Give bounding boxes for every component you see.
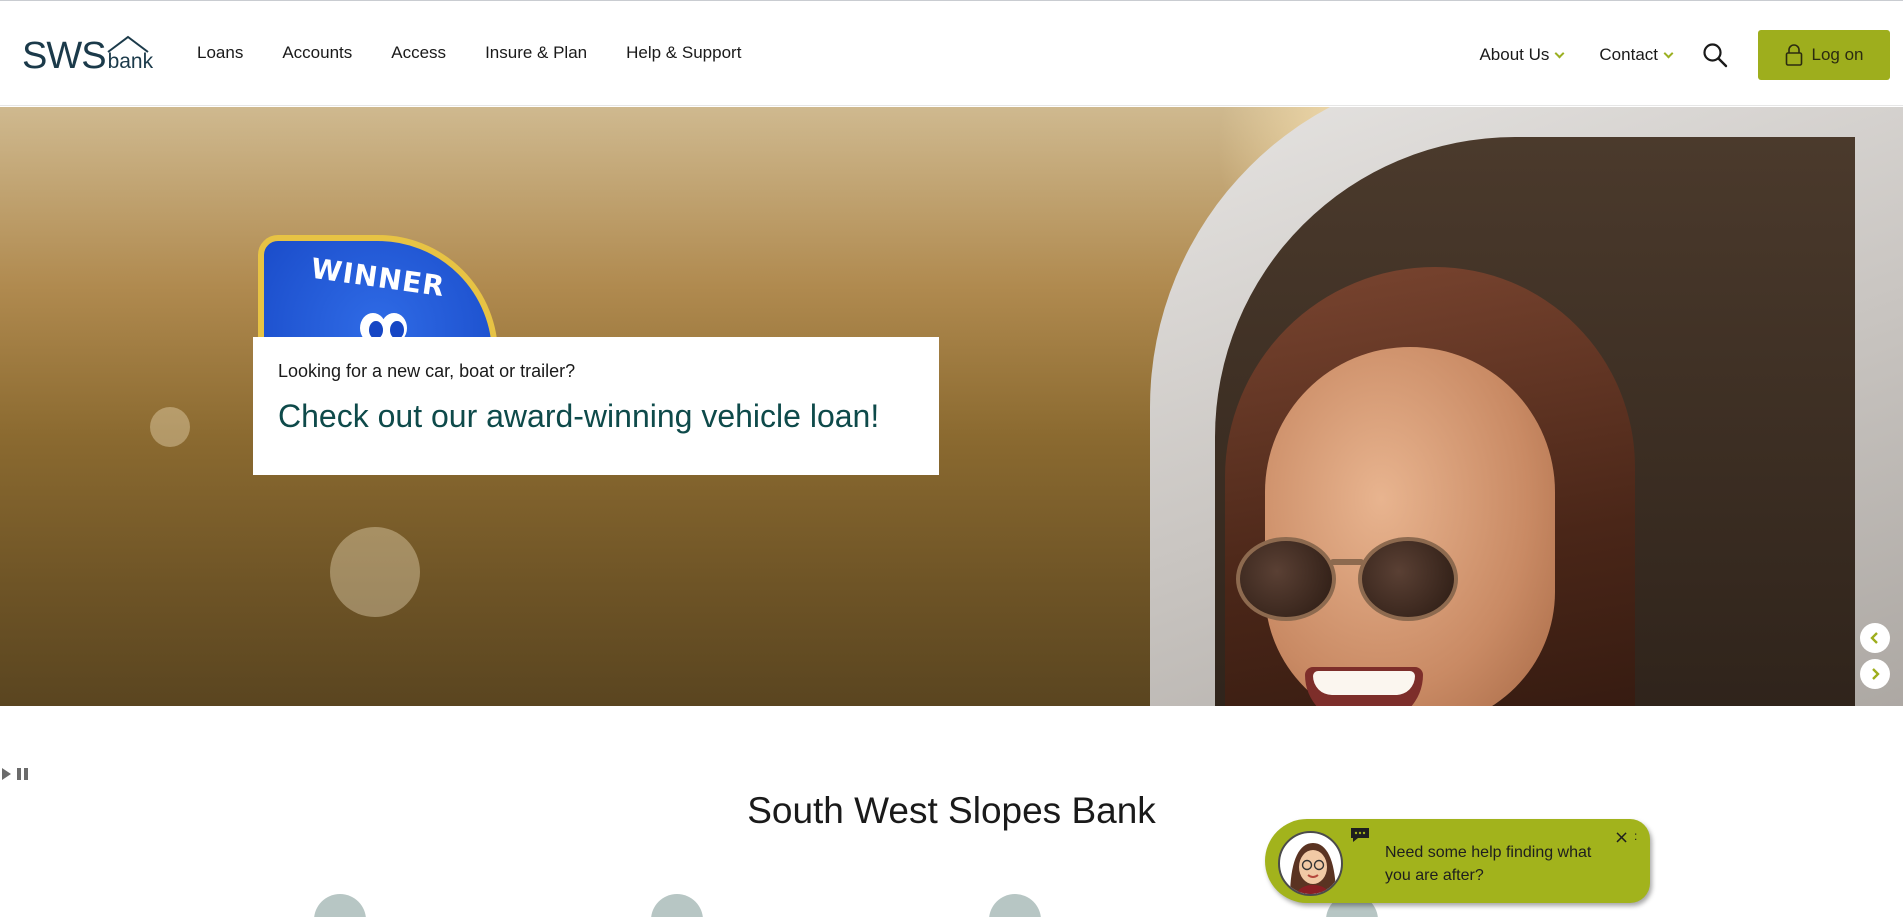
chevron-down-icon bbox=[1554, 48, 1565, 58]
sunglasses-lens-right bbox=[1358, 537, 1458, 621]
play-icon[interactable] bbox=[2, 768, 11, 780]
bokeh-light bbox=[330, 527, 420, 617]
piggy-bank-icon[interactable] bbox=[651, 894, 703, 917]
logo-text-main: SWS bbox=[22, 35, 107, 77]
primary-nav: Loans Accounts Access Insure & Plan Help… bbox=[197, 43, 780, 63]
log-on-label: Log on bbox=[1811, 45, 1864, 64]
about-us-label: About Us bbox=[1479, 45, 1550, 64]
chevron-left-icon bbox=[1870, 632, 1878, 644]
assistant-avatar bbox=[1278, 831, 1343, 896]
nav-item-access[interactable]: Access bbox=[391, 43, 446, 63]
promo-subtitle: Looking for a new car, boat or trailer? bbox=[278, 361, 576, 381]
chevron-down-icon bbox=[1663, 48, 1674, 58]
nav-item-accounts[interactable]: Accounts bbox=[282, 43, 352, 63]
contact-dropdown[interactable]: Contact bbox=[1599, 45, 1674, 65]
nav-item-insure-plan[interactable]: Insure & Plan bbox=[485, 43, 587, 63]
nav-item-loans[interactable]: Loans bbox=[197, 43, 243, 63]
woman-face-image bbox=[1265, 347, 1555, 706]
site-header: SWS bank Loans Accounts Access Insure & … bbox=[0, 2, 1903, 106]
roof-icon bbox=[106, 35, 149, 53]
contact-label: Contact bbox=[1599, 45, 1658, 64]
chat-assistant-popup[interactable]: Need some help finding what you are afte… bbox=[1265, 819, 1650, 903]
close-icon[interactable]: × bbox=[1614, 827, 1629, 848]
carousel-controls bbox=[2, 768, 28, 780]
chat-message: Need some help finding what you are afte… bbox=[1385, 844, 1592, 884]
promo-card[interactable]: Looking for a new car, boat or trailer? … bbox=[253, 337, 939, 475]
bokeh-light bbox=[150, 407, 190, 447]
nav-item-help-support[interactable]: Help & Support bbox=[626, 43, 741, 63]
sunglasses-bridge bbox=[1330, 559, 1364, 565]
logo-text-sub: bank bbox=[106, 35, 153, 72]
carousel-next-button[interactable] bbox=[1860, 659, 1890, 689]
teeth bbox=[1313, 671, 1415, 695]
chat-menu-icon[interactable]: : bbox=[1634, 829, 1637, 843]
pause-icon[interactable] bbox=[17, 768, 28, 780]
home-loan-icon[interactable] bbox=[314, 894, 366, 917]
smile bbox=[1305, 667, 1423, 706]
chat-bubble-icon bbox=[1351, 828, 1369, 842]
car-loan-icon[interactable] bbox=[989, 894, 1041, 917]
sunglasses-lens-left bbox=[1236, 537, 1336, 621]
lock-icon bbox=[1785, 44, 1802, 66]
about-us-dropdown[interactable]: About Us bbox=[1479, 45, 1565, 65]
carousel-prev-button[interactable] bbox=[1860, 623, 1890, 653]
badge-label: WINNER bbox=[308, 251, 448, 304]
hero-banner: WINNER Looking for a new car, boat or tr… bbox=[0, 107, 1903, 706]
log-on-button[interactable]: Log on bbox=[1758, 30, 1890, 80]
sws-bank-logo[interactable]: SWS bank bbox=[22, 35, 153, 77]
secondary-nav: About Us Contact Log on bbox=[1479, 30, 1903, 80]
promo-title[interactable]: Check out our award-winning vehicle loan… bbox=[278, 398, 914, 435]
chevron-right-icon bbox=[1872, 668, 1880, 680]
assistant-avatar-icon bbox=[1290, 843, 1336, 894]
search-icon[interactable] bbox=[1702, 42, 1728, 68]
